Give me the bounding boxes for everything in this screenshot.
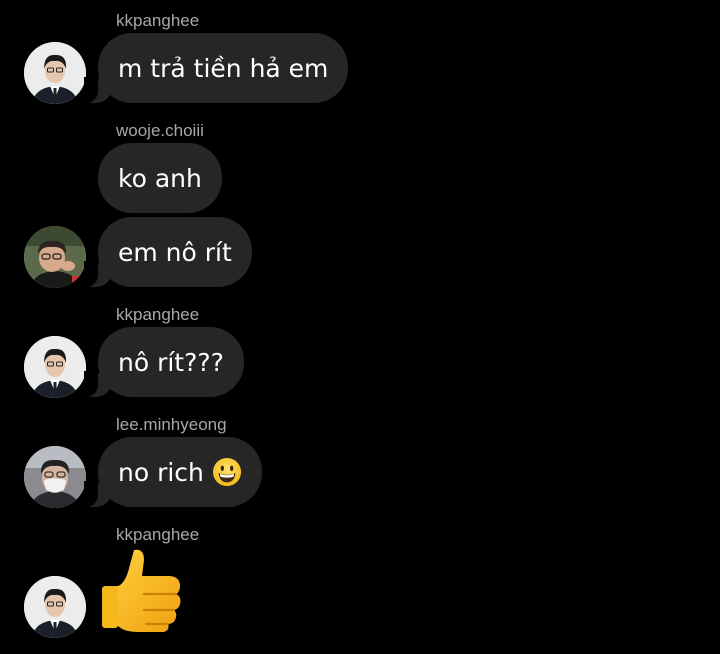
grinning-face-emoji <box>212 457 241 487</box>
sender-username[interactable]: kkpanghee <box>116 525 199 545</box>
avatar-kkpanghee[interactable] <box>24 576 86 638</box>
message-text: m trả tiền hả em <box>118 53 329 83</box>
sender-username[interactable]: lee.minhyeong <box>116 415 227 435</box>
message-bubble[interactable]: nô rít??? <box>84 327 244 397</box>
avatar-kkpanghee[interactable] <box>24 42 86 104</box>
avatar-minhyeong-image <box>24 446 86 508</box>
avatar-wooje[interactable] <box>24 226 86 288</box>
avatar-kkpanghee[interactable] <box>24 336 86 398</box>
sender-username[interactable]: kkpanghee <box>116 11 199 31</box>
avatar-minhyeong[interactable] <box>24 446 86 508</box>
message-bubble[interactable]: no rich <box>84 437 262 507</box>
message-text: ko anh <box>118 163 202 193</box>
thumbs-up-emoji[interactable] <box>100 546 188 634</box>
message-text: nô rít??? <box>118 347 224 377</box>
message-text: em nô rít <box>118 237 232 267</box>
message-bubble[interactable]: m trả tiền hả em <box>83 33 349 103</box>
sender-username[interactable]: kkpanghee <box>116 305 199 325</box>
avatar-wooje-image <box>24 226 86 288</box>
avatar-kkpanghee-image <box>24 336 86 398</box>
avatar-kkpanghee-image <box>24 576 86 638</box>
message-bubble[interactable]: em nô rít <box>84 217 252 287</box>
message-text: no rich <box>118 457 204 487</box>
message-bubble[interactable]: ko anh <box>98 143 222 213</box>
sender-username[interactable]: wooje.choiii <box>116 121 204 141</box>
avatar-kkpanghee-image <box>24 42 86 104</box>
